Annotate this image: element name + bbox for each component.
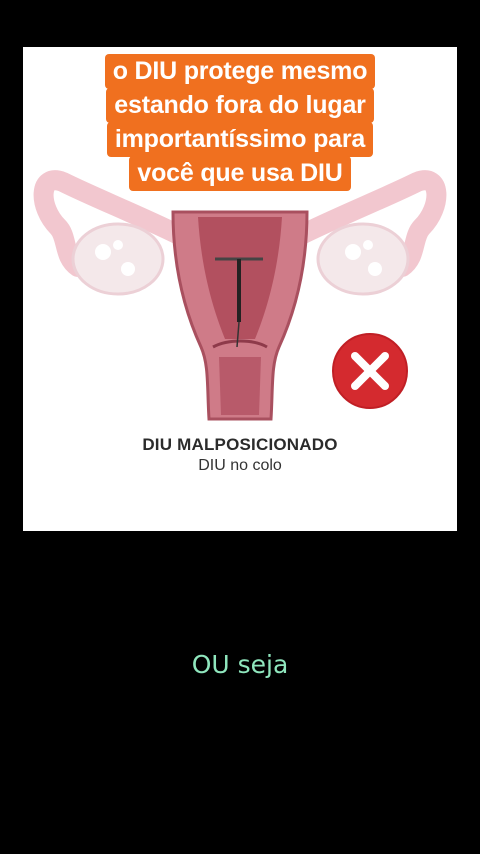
banner-line: o DIU protege mesmo — [104, 54, 376, 89]
cervix — [219, 357, 261, 415]
image-frame: o DIU protege mesmo estando fora do luga… — [23, 47, 457, 531]
diagram-title: DIU MALPOSICIONADO — [142, 435, 338, 454]
banner-line: você que usa DIU — [129, 156, 351, 191]
banner-line: importantíssimo para — [106, 122, 374, 157]
right-ovary — [316, 222, 410, 296]
left-ovary — [71, 222, 165, 296]
caption-banner: o DIU protege mesmo estando fora do luga… — [23, 54, 457, 191]
banner-line: estando fora do lugar — [106, 88, 374, 123]
subtitle-caption: OU seja — [191, 650, 289, 679]
diagram-subtitle: DIU no colo — [198, 457, 282, 474]
